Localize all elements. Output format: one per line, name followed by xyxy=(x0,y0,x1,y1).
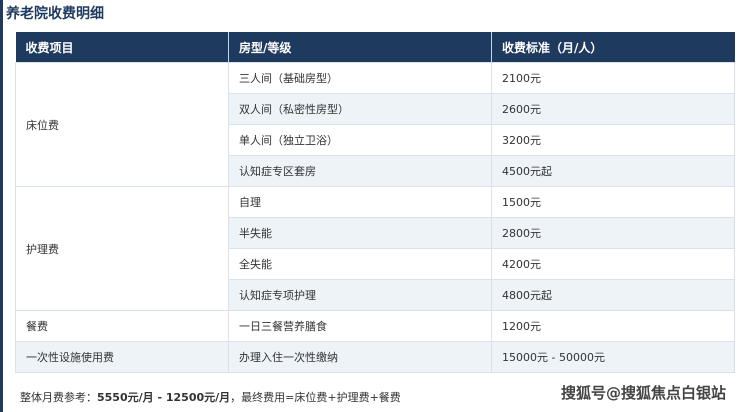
room-type-cell: 全失能 xyxy=(228,248,492,280)
room-type-cell: 认知症专区套房 xyxy=(228,155,492,187)
note-range: 5550元/月 - 12500元/月 xyxy=(97,391,231,404)
fee-table: 收费项目 房型/等级 收费标准（月/人） 床位费 三人间（基础房型） 2100元… xyxy=(15,32,735,373)
table-row: 床位费 三人间（基础房型） 2100元 xyxy=(15,62,735,187)
price-cell: 4800元起 xyxy=(491,279,735,311)
watermark-text: 搜狐号@搜狐焦点白银站 xyxy=(560,384,726,402)
price-cell: 1500元 xyxy=(491,186,735,218)
price-cell: 2600元 xyxy=(491,93,735,125)
room-type-cell: 双人间（私密性房型） xyxy=(228,93,492,125)
header-price: 收费标准（月/人） xyxy=(491,32,735,63)
room-type-cell: 单人间（独立卫浴） xyxy=(228,124,492,156)
note-suffix: ，最终费用=床位费+护理费+餐费 xyxy=(230,391,401,404)
price-cell: 1200元 xyxy=(491,310,735,342)
price-cell: 4200元 xyxy=(491,248,735,280)
header-room-type: 房型/等级 xyxy=(228,32,492,63)
price-cell: 2800元 xyxy=(491,217,735,249)
table-header-row: 收费项目 房型/等级 收费标准（月/人） xyxy=(15,32,735,63)
price-cell: 15000元 - 50000元 xyxy=(491,341,735,373)
room-type-cell: 办理入住一次性缴纳 xyxy=(228,341,492,373)
price-cell: 2100元 xyxy=(491,62,735,94)
fee-note: 整体月费参考：5550元/月 - 12500元/月，最终费用=床位费+护理费+餐… xyxy=(20,389,401,405)
left-accent-bar xyxy=(0,0,3,412)
room-type-cell: 三人间（基础房型） xyxy=(228,62,492,94)
page-title: 养老院收费明细 xyxy=(6,6,104,22)
room-type-cell: 自理 xyxy=(228,186,492,218)
category-cell: 一次性设施使用费 xyxy=(15,341,229,373)
room-type-cell: 认知症专项护理 xyxy=(228,279,492,311)
category-cell: 床位费 xyxy=(15,62,229,187)
table-row: 护理费 自理 1500元 xyxy=(15,186,735,311)
table-row: 餐费 一日三餐营养膳食 1200元 xyxy=(15,310,735,342)
table-row: 一次性设施使用费 办理入住一次性缴纳 15000元 - 50000元 xyxy=(15,341,735,373)
room-type-cell: 一日三餐营养膳食 xyxy=(228,310,492,342)
header-item: 收费项目 xyxy=(15,32,229,63)
price-cell: 4500元起 xyxy=(491,155,735,187)
price-cell: 3200元 xyxy=(491,124,735,156)
note-prefix: 整体月费参考： xyxy=(20,391,97,404)
category-cell: 餐费 xyxy=(15,310,229,342)
category-cell: 护理费 xyxy=(15,186,229,311)
room-type-cell: 半失能 xyxy=(228,217,492,249)
